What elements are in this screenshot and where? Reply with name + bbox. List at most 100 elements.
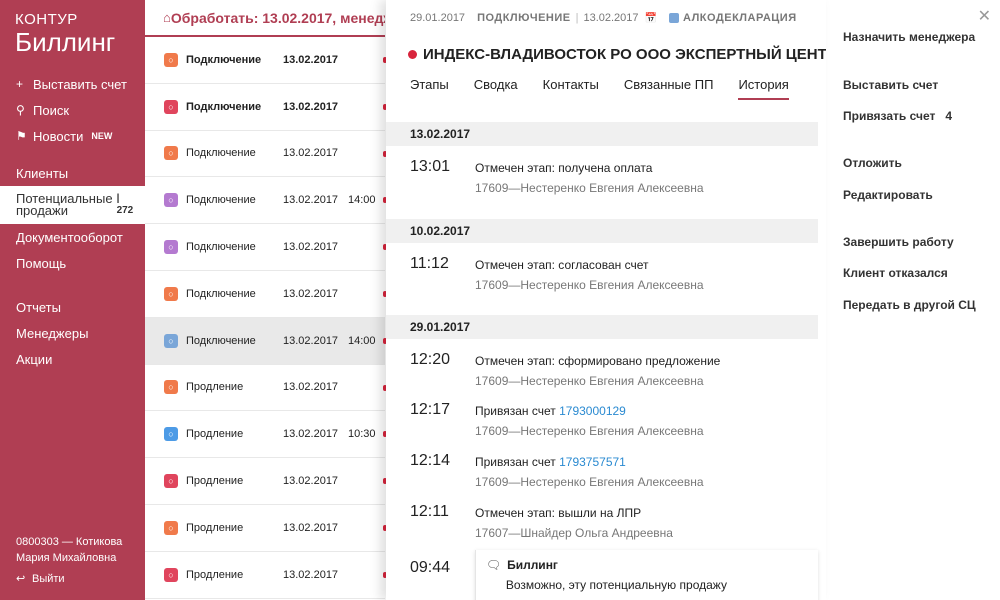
tab-related[interactable]: Связанные ПП xyxy=(624,77,714,100)
issue-invoice-link[interactable]: + Выставить счет xyxy=(16,71,127,97)
logout-icon: ↩ xyxy=(16,573,26,585)
postpone-button[interactable]: Отложить xyxy=(843,156,902,170)
event-body: Отмечен этап: получена оплата 17609—Нест… xyxy=(475,158,704,204)
client-title: ИНДЕКС-ВЛАДИВОСТОК РО ООО ЭКСПЕРТНЫЙ ЦЕН… xyxy=(408,46,826,63)
tab-summary[interactable]: Сводка xyxy=(474,77,518,100)
product-icon: ○ xyxy=(164,474,178,489)
list-row[interactable]: ○ Подключение 13.02.2017 14:00 xyxy=(145,177,387,225)
assign-manager-button[interactable]: Назначить менеджера xyxy=(843,30,975,44)
edit-button[interactable]: Редактировать xyxy=(843,188,933,202)
history-event: 12:14 Привязан счет 1793757571 17609—Нес… xyxy=(386,452,818,503)
event-body: Отмечен этап: согласован счет 17609—Нест… xyxy=(475,255,704,301)
row-type: Продление xyxy=(186,381,244,394)
row-date: 13.02.2017 xyxy=(283,147,339,160)
history-event: 13:01 Отмечен этап: получена оплата 1760… xyxy=(386,158,818,204)
list-row[interactable]: ○ Продление 13.02.2017 10:30 xyxy=(145,411,387,459)
home-icon[interactable]: ⌂ xyxy=(163,10,171,25)
tab-stages[interactable]: Этапы xyxy=(410,77,449,100)
nav-item-document-flow[interactable]: Документооборот xyxy=(0,224,145,250)
search-link[interactable]: ⚲ Поиск xyxy=(16,97,127,123)
row-type: Подключение xyxy=(186,334,256,347)
row-date: 13.02.2017 xyxy=(283,381,339,394)
client-refused-button[interactable]: Клиент отказался xyxy=(843,266,948,280)
event-time: 12:20 xyxy=(410,351,451,368)
invoice-link[interactable]: 1793757571 xyxy=(559,455,626,469)
row-date: 13.02.2017 xyxy=(283,334,339,347)
list-row[interactable]: ○ Подключение 13.02.2017 xyxy=(145,84,387,131)
detail-tabs: Этапы Сводка Контакты Связанные ПП Истор… xyxy=(410,77,814,100)
search-icon: ⚲ xyxy=(16,103,25,117)
list-row[interactable]: ○ Продление 13.02.2017 xyxy=(145,505,387,552)
tab-history[interactable]: История xyxy=(738,77,789,100)
row-type: Подключение xyxy=(186,100,262,113)
news-new-badge: NEW xyxy=(91,131,113,141)
list-row[interactable]: ○ Продление 13.02.2017 xyxy=(145,458,387,505)
list-row[interactable]: ○ Подключение 13.02.2017 xyxy=(145,224,387,271)
product-icon: ○ xyxy=(164,146,178,161)
link-invoice-button[interactable]: Привязать счет 4 xyxy=(843,109,952,123)
list-row[interactable]: ○ Продление 13.02.2017 xyxy=(145,365,387,412)
row-date: 13.02.2017 xyxy=(283,287,339,300)
created-date: 29.01.2017 xyxy=(410,12,466,24)
logout-label: Выйти xyxy=(32,572,65,585)
event-author: 17607—Шнайдер Ольга Андреевна xyxy=(475,526,673,540)
list-row[interactable]: ○ Подключение 13.02.2017 xyxy=(145,37,387,84)
sales-list: ⌂ Обработать: 13.02.2017, менеджер ○ Подк… xyxy=(145,0,387,600)
close-icon[interactable]: ✕ xyxy=(978,6,991,26)
event-body: Привязан счет 1793000129 17609—Нестеренк… xyxy=(475,401,704,452)
row-type: Продление xyxy=(186,475,244,488)
issue-invoice-button[interactable]: Выставить счет xyxy=(843,78,938,92)
event-body: Привязан счет 1793757571 17609—Нестеренк… xyxy=(475,452,704,503)
product-icon: ○ xyxy=(164,567,178,582)
event-text: Отмечен этап: согласован счет xyxy=(475,258,649,272)
list-row[interactable]: ○ Подключение 13.02.2017 14:00 xyxy=(145,317,387,365)
row-type: Продление xyxy=(186,428,244,441)
nav-item-potential-sales-label: Потенциальные продажи xyxy=(16,191,113,218)
event-body: Отмечен этап: вышли на ЛПР 17607—Шнайдер… xyxy=(475,503,673,553)
logo[interactable]: КОНТУР Биллинг xyxy=(15,12,115,57)
sidebar: КОНТУР Биллинг + Выставить счет ⚲ Поиск … xyxy=(0,0,145,600)
row-type: Подключение xyxy=(186,194,256,207)
nav-item-potential-sales-count: | 272 xyxy=(116,193,134,216)
event-text-line: Привязан счет 1793000129 xyxy=(475,401,704,421)
nav-item-help[interactable]: Помощь xyxy=(0,250,145,276)
row-date: 13.02.2017 xyxy=(283,53,339,66)
event-time: 13:01 xyxy=(410,158,451,175)
invoice-link[interactable]: 1793000129 xyxy=(559,404,626,418)
sidebar-nav: Клиенты Потенциальные продажи | 272 Доку… xyxy=(0,160,145,372)
status-dot-icon xyxy=(408,50,417,59)
detail-meta: 29.01.2017 ПОДКЛЮЧЕНИЕ | 13.02.2017 📅 АЛ… xyxy=(410,12,797,24)
list-row[interactable]: ○ Подключение 13.02.2017 xyxy=(145,131,387,178)
list-row[interactable]: ○ Подключение 13.02.2017 xyxy=(145,271,387,318)
product-icon: ○ xyxy=(164,240,178,255)
nav-item-reports[interactable]: Отчеты xyxy=(0,294,145,320)
comment-time: 09:44 xyxy=(410,559,451,576)
link-invoice-label: Привязать счет xyxy=(843,109,936,123)
event-author: 17609—Нестеренко Евгения Алексеевна xyxy=(475,475,704,489)
nav-item-managers[interactable]: Менеджеры xyxy=(0,320,145,346)
nav-item-clients[interactable]: Клиенты xyxy=(0,160,145,186)
calendar-icon[interactable]: 📅 xyxy=(645,13,657,24)
event-text: Отмечен этап: получена оплата xyxy=(475,161,653,175)
history-day-header: 13.02.2017 xyxy=(386,122,818,146)
event-text: Отмечен этап: вышли на ЛПР xyxy=(475,506,642,520)
issue-invoice-label: Выставить счет xyxy=(33,76,127,92)
tab-contacts[interactable]: Контакты xyxy=(543,77,599,100)
logout-link[interactable]: ↩ Выйти xyxy=(16,572,65,586)
list-rows: ○ Подключение 13.02.2017 ○ Подключение 13.02.… xyxy=(145,37,387,599)
nav-item-potential-sales[interactable]: Потенциальные продажи | 272 xyxy=(0,186,145,224)
list-title: Обработать: 13.02.2017, менеджер xyxy=(170,9,385,26)
row-type: Подключение xyxy=(186,287,256,300)
finish-work-button[interactable]: Завершить работу xyxy=(843,235,954,249)
event-author: 17609—Нестеренко Евгения Алексеевна xyxy=(475,181,704,195)
list-row[interactable]: ○ Продление 13.02.2017 xyxy=(145,552,387,599)
user-info: 0800303 — Котикова Мария Михайловна xyxy=(16,536,123,564)
event-body: Отмечен этап: сформировано предложение 1… xyxy=(475,351,720,401)
stage-name: ПОДКЛЮЧЕНИЕ xyxy=(477,12,571,24)
history-event: 12:17 Привязан счет 1793000129 17609—Нес… xyxy=(386,401,818,452)
news-link[interactable]: ⚑ Новости NEW xyxy=(16,123,127,149)
event-time: 12:14 xyxy=(410,452,451,469)
transfer-button[interactable]: Передать в другой СЦ xyxy=(843,298,976,312)
nav-item-promotions[interactable]: Акции xyxy=(0,346,145,372)
row-type: Подключение xyxy=(186,147,256,160)
